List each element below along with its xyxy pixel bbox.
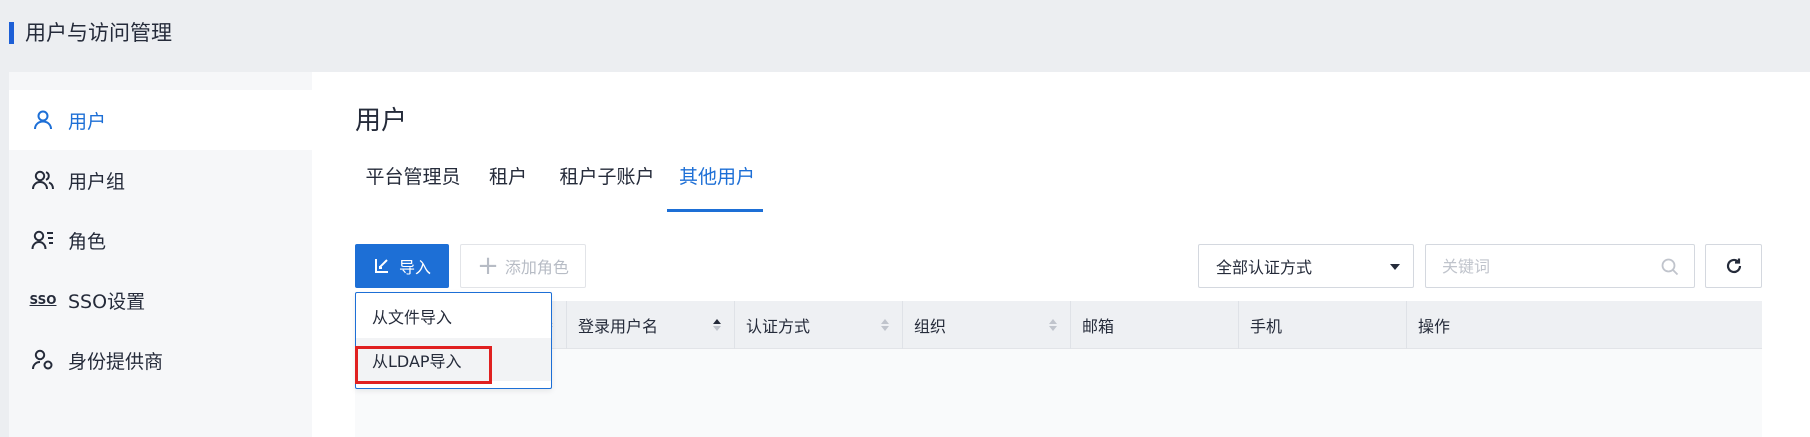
search-box[interactable]: [1425, 244, 1695, 288]
import-dropdown-menu: 从文件导入 从LDAP导入: [355, 292, 552, 389]
column-header-login-username[interactable]: 登录用户名: [566, 301, 734, 349]
column-header-organization[interactable]: 组织: [902, 301, 1070, 349]
refresh-button[interactable]: [1705, 244, 1762, 288]
column-header-phone: 手机: [1238, 301, 1406, 349]
auth-method-select-value: 全部认证方式: [1216, 258, 1313, 277]
tab-platform-admins[interactable]: 平台管理员: [365, 160, 461, 210]
auth-method-select[interactable]: 全部认证方式: [1198, 244, 1414, 288]
sidebar-item-label: 用户: [68, 110, 107, 133]
active-tab-indicator: [667, 209, 763, 212]
tab-other-users[interactable]: 其他用户: [677, 160, 757, 210]
import-button-label: 导入: [398, 258, 431, 277]
column-header-auth-method[interactable]: 认证方式: [734, 301, 902, 349]
import-icon: [374, 259, 388, 273]
column-header-email: 邮箱: [1070, 301, 1238, 349]
add-role-button-label: 添加角色: [504, 258, 569, 277]
page-title: 用户: [355, 106, 408, 136]
refresh-icon: [1726, 258, 1741, 274]
sort-asc-icon: [713, 319, 721, 331]
table-header-row: 登录用户名 认证方式 组织 邮箱 手机 操作: [355, 301, 1762, 349]
sidebar-item-roles[interactable]: 角色: [9, 210, 312, 270]
menu-item-import-from-ldap[interactable]: 从LDAP导入: [356, 338, 551, 381]
sidebar-item-label: SSO设置: [68, 290, 146, 313]
sidebar-item-user-groups[interactable]: 用户组: [9, 150, 312, 210]
user-icon: [30, 107, 56, 133]
add-role-button[interactable]: + 添加角色: [460, 244, 586, 288]
sidebar-item-label: 身份提供商: [68, 350, 164, 373]
sidebar-item-label: 角色: [68, 230, 107, 253]
role-icon: [30, 227, 56, 253]
page-header: 用户与访问管理: [0, 0, 1810, 72]
page-header-title: 用户与访问管理: [25, 21, 172, 45]
identity-provider-icon: [30, 347, 56, 373]
sidebar-item-users[interactable]: 用户: [9, 90, 312, 150]
search-input[interactable]: [1442, 256, 1642, 276]
sidebar-item-sso-settings[interactable]: SSO SSO设置: [9, 270, 312, 330]
sidebar: 用户 用户组 角色 SSO SSO设置 身份提供商: [9, 72, 312, 437]
sidebar-item-identity-providers[interactable]: 身份提供商: [9, 330, 312, 390]
import-button[interactable]: 导入: [355, 244, 449, 288]
tab-tenants[interactable]: 租户: [487, 160, 529, 210]
plus-icon: +: [477, 251, 499, 281]
sidebar-item-label: 用户组: [68, 170, 126, 193]
sort-icon: [1049, 319, 1057, 331]
search-icon[interactable]: [1660, 257, 1680, 281]
users-table: 登录用户名 认证方式 组织 邮箱 手机 操作: [355, 301, 1762, 437]
caret-down-icon: [1390, 264, 1400, 270]
menu-item-import-from-file[interactable]: 从文件导入: [356, 294, 551, 337]
column-header-actions: 操作: [1406, 301, 1762, 349]
sort-icon: [881, 319, 889, 331]
header-accent-bar: [9, 22, 14, 44]
tab-tenant-sub-accounts[interactable]: 租户子账户: [558, 160, 656, 210]
sso-icon: SSO: [29, 293, 57, 307]
user-group-icon: [30, 167, 56, 193]
